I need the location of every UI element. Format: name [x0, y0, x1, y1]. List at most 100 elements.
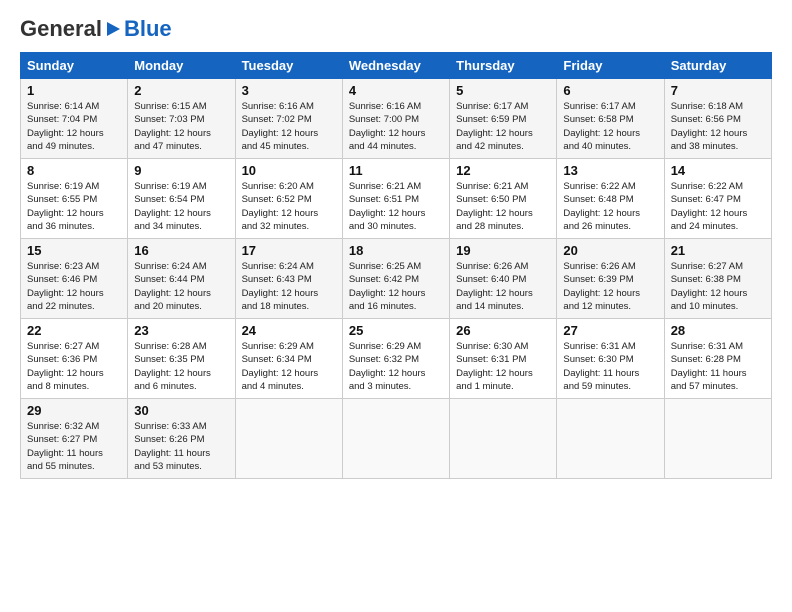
- day-info: Sunrise: 6:28 AM Sunset: 6:35 PM Dayligh…: [134, 340, 228, 393]
- calendar-cell: 9 Sunrise: 6:19 AM Sunset: 6:54 PM Daylig…: [128, 159, 235, 239]
- calendar-week-row: 29Sunrise: 6:32 AM Sunset: 6:27 PM Dayli…: [21, 399, 772, 479]
- calendar-cell: 20 Sunrise: 6:26 AM Sunset: 6:39 PM Dayli…: [557, 239, 664, 319]
- calendar-week-row: 15Sunrise: 6:23 AM Sunset: 6:46 PM Dayli…: [21, 239, 772, 319]
- logo-icon: [103, 19, 123, 39]
- calendar-cell: 27 Sunrise: 6:31 AM Sunset: 6:30 PM Dayli…: [557, 319, 664, 399]
- day-number: 4: [349, 83, 443, 98]
- calendar-cell: [557, 399, 664, 479]
- day-info: Sunrise: 6:27 AM Sunset: 6:38 PM Dayligh…: [671, 260, 765, 313]
- day-info: Sunrise: 6:33 AM Sunset: 6:26 PM Dayligh…: [134, 420, 228, 473]
- calendar-cell: [235, 399, 342, 479]
- day-info: Sunrise: 6:15 AM Sunset: 7:03 PM Dayligh…: [134, 100, 228, 153]
- calendar-cell: 21 Sunrise: 6:27 AM Sunset: 6:38 PM Dayli…: [664, 239, 771, 319]
- calendar-cell: [450, 399, 557, 479]
- calendar-cell: 17 Sunrise: 6:24 AM Sunset: 6:43 PM Dayli…: [235, 239, 342, 319]
- calendar-week-row: 1 Sunrise: 6:14 AM Sunset: 7:04 PM Daylig…: [21, 79, 772, 159]
- calendar-dow-thursday: Thursday: [450, 53, 557, 79]
- calendar-cell: 14 Sunrise: 6:22 AM Sunset: 6:47 PM Dayli…: [664, 159, 771, 239]
- calendar-dow-tuesday: Tuesday: [235, 53, 342, 79]
- calendar-cell: 16 Sunrise: 6:24 AM Sunset: 6:44 PM Dayli…: [128, 239, 235, 319]
- calendar-cell: 3 Sunrise: 6:16 AM Sunset: 7:02 PM Daylig…: [235, 79, 342, 159]
- calendar-dow-sunday: Sunday: [21, 53, 128, 79]
- day-info: Sunrise: 6:32 AM Sunset: 6:27 PM Dayligh…: [27, 420, 121, 473]
- calendar-dow-monday: Monday: [128, 53, 235, 79]
- calendar-cell: 8Sunrise: 6:19 AM Sunset: 6:55 PM Daylig…: [21, 159, 128, 239]
- day-number: 17: [242, 243, 336, 258]
- day-info: Sunrise: 6:26 AM Sunset: 6:39 PM Dayligh…: [563, 260, 657, 313]
- day-number: 25: [349, 323, 443, 338]
- calendar-dow-friday: Friday: [557, 53, 664, 79]
- logo: General Blue: [20, 16, 172, 42]
- day-info: Sunrise: 6:18 AM Sunset: 6:56 PM Dayligh…: [671, 100, 765, 153]
- calendar-cell: 12 Sunrise: 6:21 AM Sunset: 6:50 PM Dayli…: [450, 159, 557, 239]
- day-info: Sunrise: 6:17 AM Sunset: 6:58 PM Dayligh…: [563, 100, 657, 153]
- day-number: 27: [563, 323, 657, 338]
- calendar-cell: 30 Sunrise: 6:33 AM Sunset: 6:26 PM Dayli…: [128, 399, 235, 479]
- calendar-cell: 2 Sunrise: 6:15 AM Sunset: 7:03 PM Daylig…: [128, 79, 235, 159]
- day-number: 7: [671, 83, 765, 98]
- day-info: Sunrise: 6:16 AM Sunset: 7:02 PM Dayligh…: [242, 100, 336, 153]
- day-number: 5: [456, 83, 550, 98]
- calendar-week-row: 8Sunrise: 6:19 AM Sunset: 6:55 PM Daylig…: [21, 159, 772, 239]
- calendar: SundayMondayTuesdayWednesdayThursdayFrid…: [20, 52, 772, 479]
- day-info: Sunrise: 6:22 AM Sunset: 6:47 PM Dayligh…: [671, 180, 765, 233]
- day-number: 19: [456, 243, 550, 258]
- calendar-cell: 13 Sunrise: 6:22 AM Sunset: 6:48 PM Dayli…: [557, 159, 664, 239]
- day-number: 14: [671, 163, 765, 178]
- calendar-cell: [664, 399, 771, 479]
- calendar-cell: 24Sunrise: 6:29 AM Sunset: 6:34 PM Dayli…: [235, 319, 342, 399]
- day-info: Sunrise: 6:21 AM Sunset: 6:51 PM Dayligh…: [349, 180, 443, 233]
- day-info: Sunrise: 6:24 AM Sunset: 6:44 PM Dayligh…: [134, 260, 228, 313]
- calendar-cell: 10Sunrise: 6:20 AM Sunset: 6:52 PM Dayli…: [235, 159, 342, 239]
- day-info: Sunrise: 6:19 AM Sunset: 6:54 PM Dayligh…: [134, 180, 228, 233]
- day-number: 18: [349, 243, 443, 258]
- day-info: Sunrise: 6:27 AM Sunset: 6:36 PM Dayligh…: [27, 340, 121, 393]
- day-number: 16: [134, 243, 228, 258]
- calendar-header-row: SundayMondayTuesdayWednesdayThursdayFrid…: [21, 53, 772, 79]
- calendar-cell: 25 Sunrise: 6:29 AM Sunset: 6:32 PM Dayli…: [342, 319, 449, 399]
- calendar-cell: 5 Sunrise: 6:17 AM Sunset: 6:59 PM Daylig…: [450, 79, 557, 159]
- day-info: Sunrise: 6:17 AM Sunset: 6:59 PM Dayligh…: [456, 100, 550, 153]
- day-number: 9: [134, 163, 228, 178]
- calendar-cell: 19 Sunrise: 6:26 AM Sunset: 6:40 PM Dayli…: [450, 239, 557, 319]
- calendar-cell: 11 Sunrise: 6:21 AM Sunset: 6:51 PM Dayli…: [342, 159, 449, 239]
- day-number: 11: [349, 163, 443, 178]
- day-number: 24: [242, 323, 336, 338]
- day-info: Sunrise: 6:20 AM Sunset: 6:52 PM Dayligh…: [242, 180, 336, 233]
- day-number: 1: [27, 83, 121, 98]
- calendar-cell: [342, 399, 449, 479]
- day-info: Sunrise: 6:31 AM Sunset: 6:30 PM Dayligh…: [563, 340, 657, 393]
- day-info: Sunrise: 6:29 AM Sunset: 6:32 PM Dayligh…: [349, 340, 443, 393]
- day-number: 22: [27, 323, 121, 338]
- day-number: 6: [563, 83, 657, 98]
- day-number: 28: [671, 323, 765, 338]
- calendar-cell: 7 Sunrise: 6:18 AM Sunset: 6:56 PM Daylig…: [664, 79, 771, 159]
- day-number: 3: [242, 83, 336, 98]
- day-number: 13: [563, 163, 657, 178]
- day-info: Sunrise: 6:16 AM Sunset: 7:00 PM Dayligh…: [349, 100, 443, 153]
- day-number: 15: [27, 243, 121, 258]
- day-info: Sunrise: 6:24 AM Sunset: 6:43 PM Dayligh…: [242, 260, 336, 313]
- logo-general: General: [20, 16, 102, 42]
- day-info: Sunrise: 6:26 AM Sunset: 6:40 PM Dayligh…: [456, 260, 550, 313]
- calendar-dow-wednesday: Wednesday: [342, 53, 449, 79]
- day-info: Sunrise: 6:14 AM Sunset: 7:04 PM Dayligh…: [27, 100, 121, 153]
- day-info: Sunrise: 6:21 AM Sunset: 6:50 PM Dayligh…: [456, 180, 550, 233]
- day-number: 2: [134, 83, 228, 98]
- day-info: Sunrise: 6:19 AM Sunset: 6:55 PM Dayligh…: [27, 180, 121, 233]
- day-number: 26: [456, 323, 550, 338]
- calendar-cell: 4 Sunrise: 6:16 AM Sunset: 7:00 PM Daylig…: [342, 79, 449, 159]
- calendar-cell: 29Sunrise: 6:32 AM Sunset: 6:27 PM Dayli…: [21, 399, 128, 479]
- day-number: 20: [563, 243, 657, 258]
- day-number: 21: [671, 243, 765, 258]
- day-info: Sunrise: 6:30 AM Sunset: 6:31 PM Dayligh…: [456, 340, 550, 393]
- calendar-cell: 23Sunrise: 6:28 AM Sunset: 6:35 PM Dayli…: [128, 319, 235, 399]
- day-info: Sunrise: 6:22 AM Sunset: 6:48 PM Dayligh…: [563, 180, 657, 233]
- calendar-cell: 6 Sunrise: 6:17 AM Sunset: 6:58 PM Daylig…: [557, 79, 664, 159]
- day-number: 30: [134, 403, 228, 418]
- logo-blue-text: Blue: [124, 16, 172, 42]
- day-number: 12: [456, 163, 550, 178]
- day-info: Sunrise: 6:25 AM Sunset: 6:42 PM Dayligh…: [349, 260, 443, 313]
- calendar-cell: 15Sunrise: 6:23 AM Sunset: 6:46 PM Dayli…: [21, 239, 128, 319]
- calendar-cell: 28Sunrise: 6:31 AM Sunset: 6:28 PM Dayli…: [664, 319, 771, 399]
